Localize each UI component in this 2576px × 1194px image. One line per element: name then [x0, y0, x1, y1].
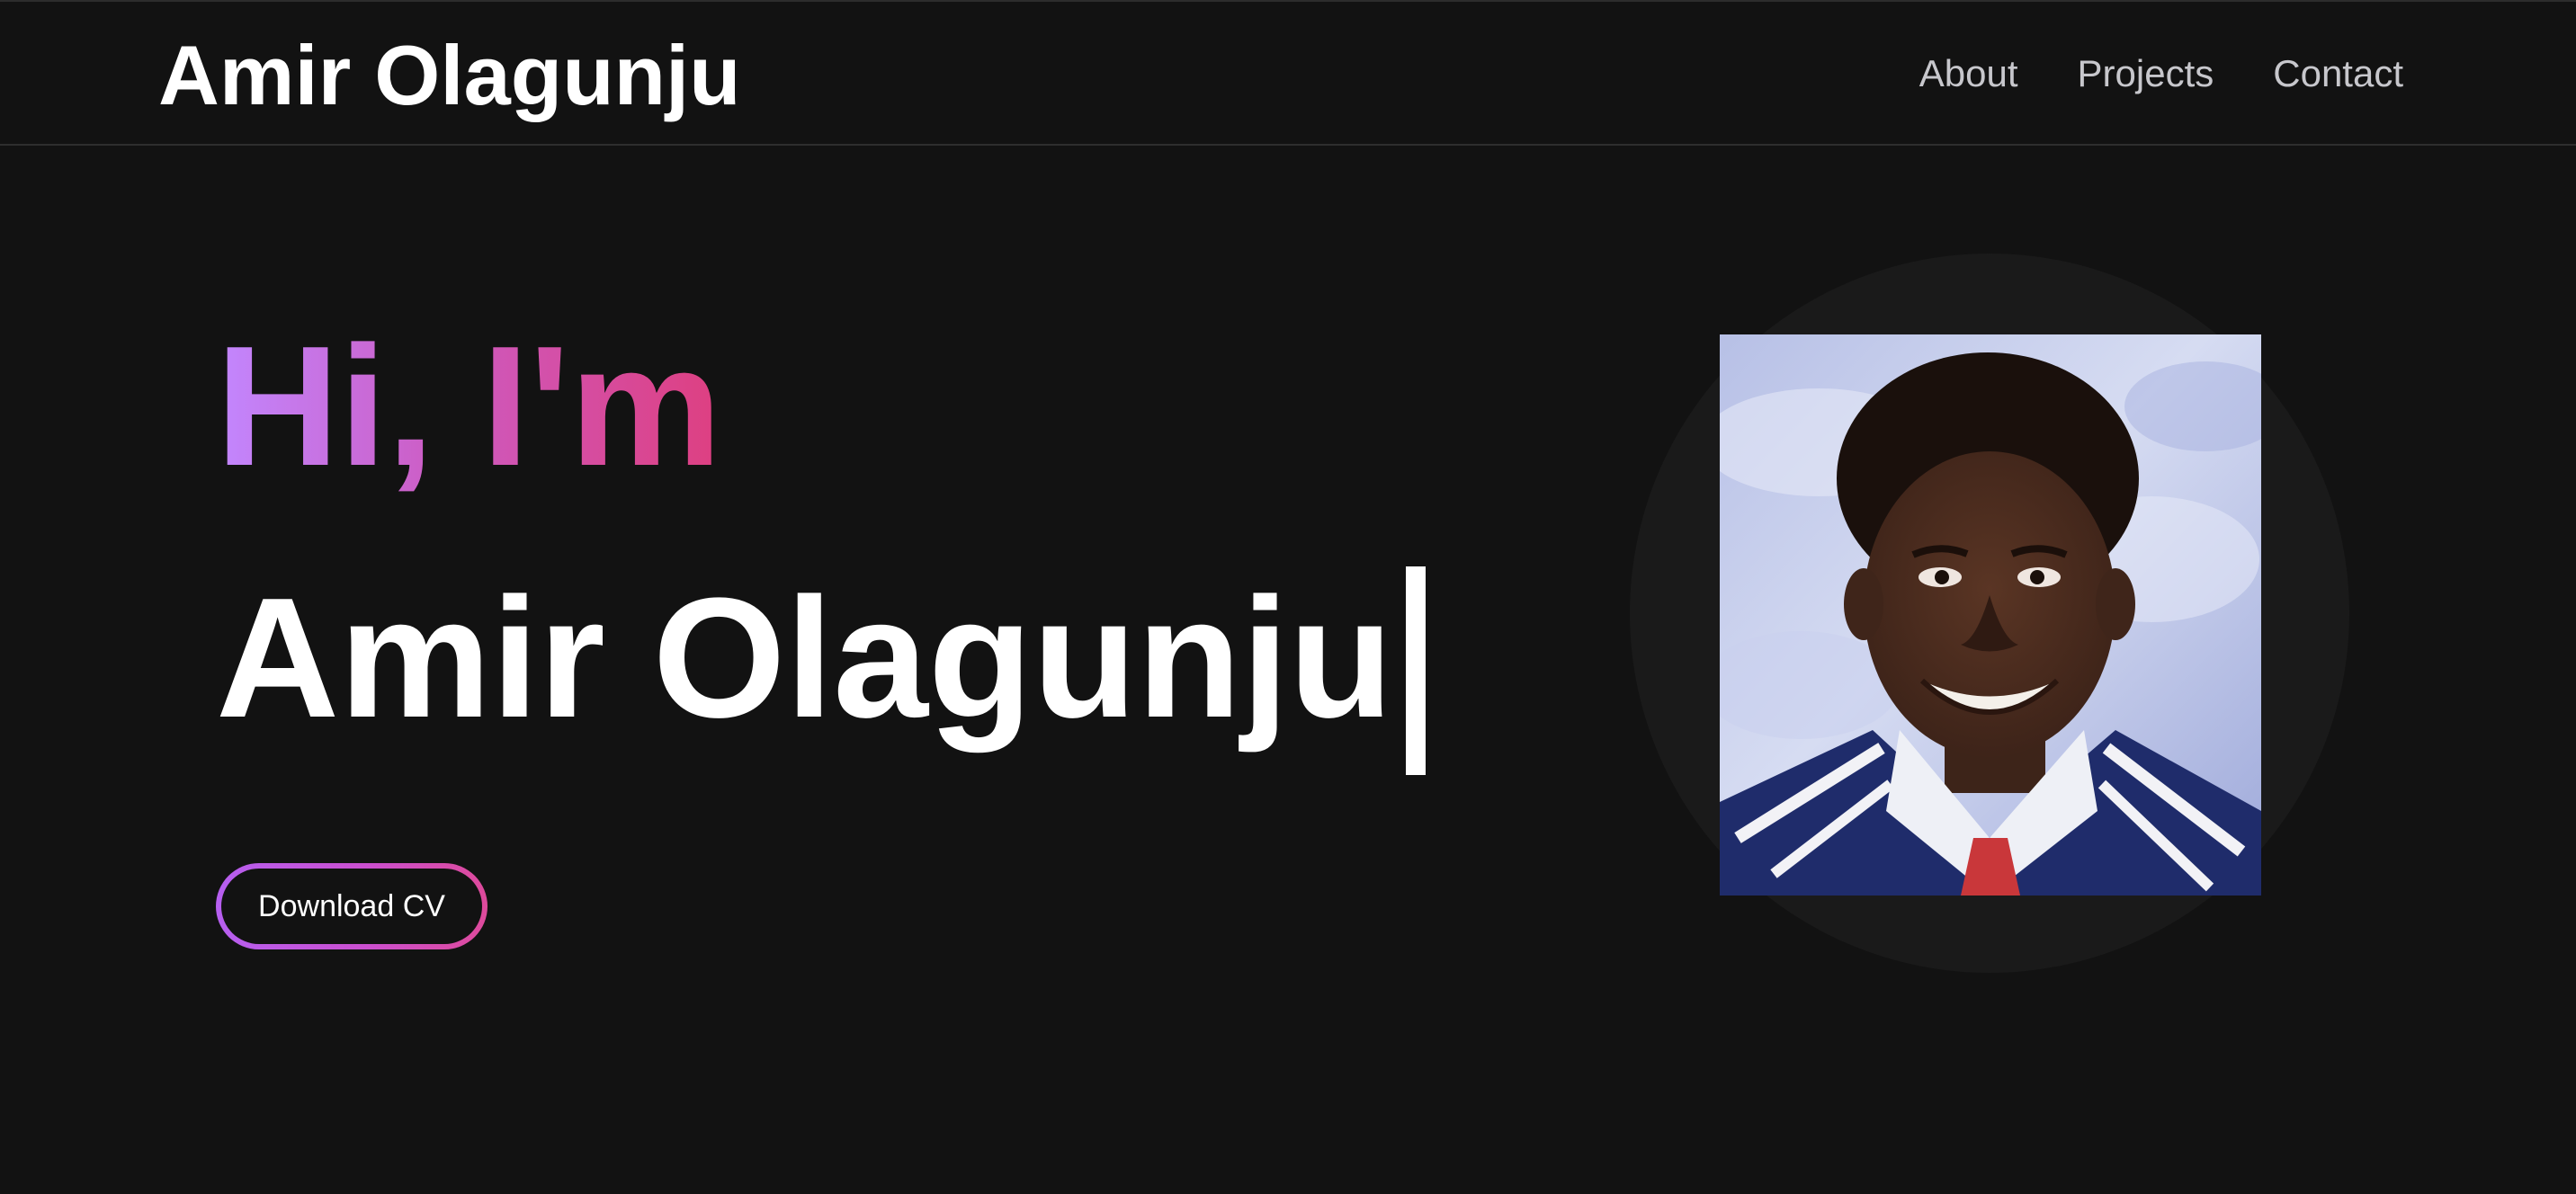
nav-link-contact[interactable]: Contact: [2273, 47, 2403, 101]
typing-cursor: [1405, 566, 1426, 775]
download-cv-label: Download CV: [221, 869, 482, 944]
hero-greeting: Hi, I'm: [216, 311, 722, 502]
download-cv-button[interactable]: Download CV: [216, 863, 487, 949]
hero-name: Amir Olagunju: [216, 563, 1393, 753]
brand-logo-link[interactable]: Amir Olagunju: [158, 25, 741, 126]
nav-link-about[interactable]: About: [1919, 47, 2018, 101]
page: Amir Olagunju About Projects Contact Hi,…: [0, 0, 2576, 1194]
hero-typed-line: Amir Olagunju: [216, 563, 1426, 775]
top-navbar: Amir Olagunju About Projects Contact: [0, 0, 2576, 146]
nav-link-projects[interactable]: Projects: [2078, 47, 2214, 101]
main-nav: About Projects Contact: [1919, 47, 2403, 101]
profile-photo: [1720, 334, 2261, 896]
